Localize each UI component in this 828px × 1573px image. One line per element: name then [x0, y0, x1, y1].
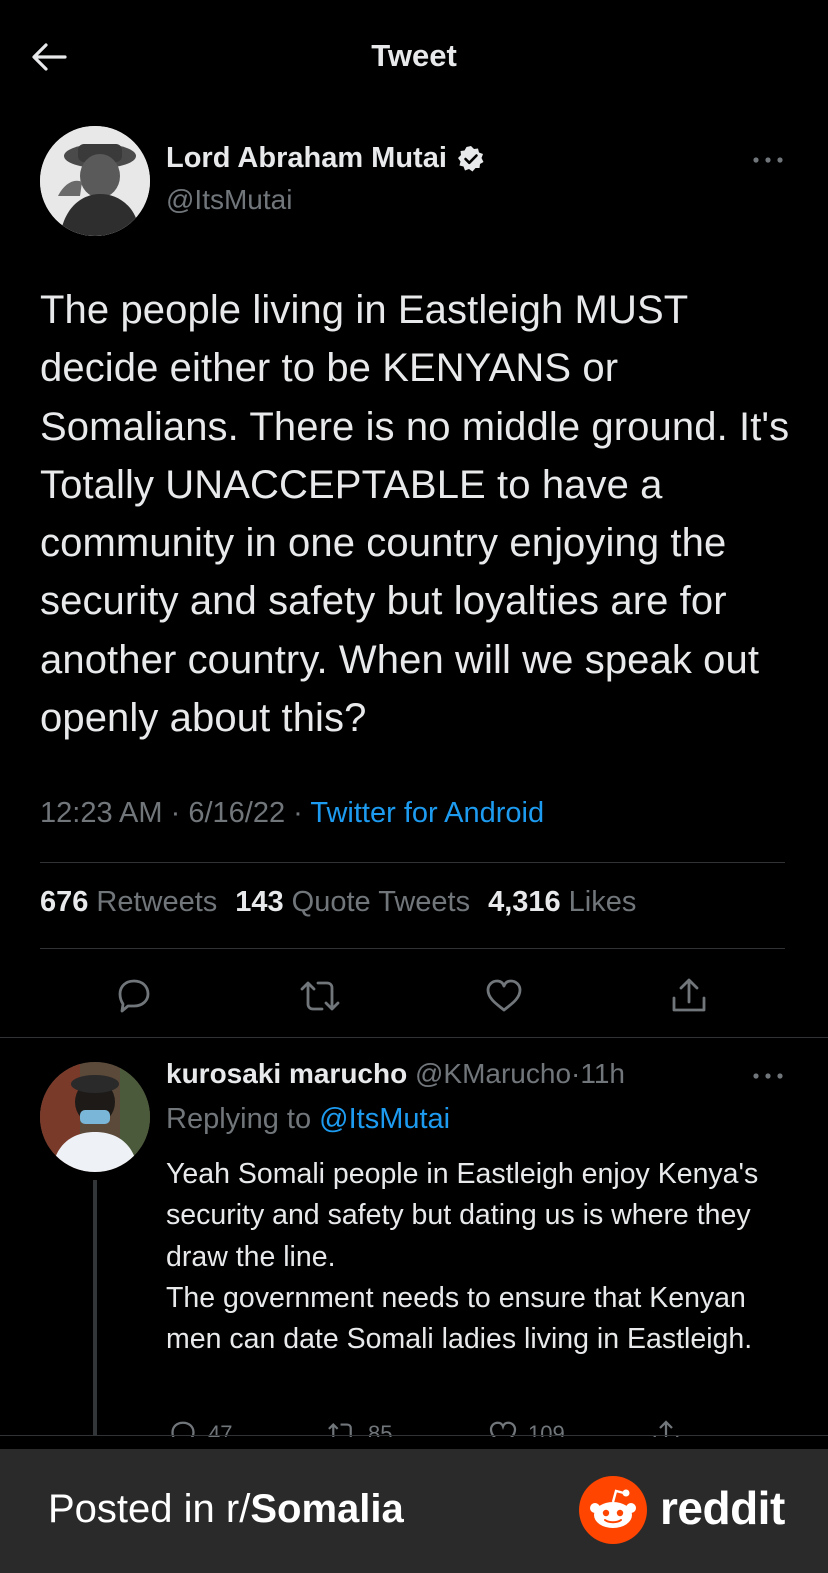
subreddit-name: Somalia [250, 1487, 404, 1531]
retweets-label: Retweets [96, 886, 218, 918]
reddit-wordmark: reddit [660, 1482, 785, 1534]
quotes-label: Quote Tweets [291, 886, 471, 918]
likes-stat[interactable]: 4,316 Likes [488, 886, 636, 919]
engagement-stats: 676 Retweets 143 Quote Tweets 4,316 Likes [40, 886, 636, 919]
quote-tweets-stat[interactable]: 143 Quote Tweets [235, 886, 470, 919]
likes-count: 4,316 [488, 886, 561, 918]
page-title: Tweet [371, 38, 457, 73]
reply-bubble-icon [118, 979, 150, 1013]
retweet-button[interactable] [292, 968, 348, 1024]
author-name: Lord Abraham Mutai [166, 142, 447, 174]
meta-separator: · [170, 797, 181, 829]
tweet-time: 12:23 AM [40, 797, 163, 829]
verified-badge-icon [457, 145, 484, 171]
reply-actions: 47 85 109 [0, 1417, 828, 1437]
author-avatar[interactable] [40, 126, 150, 236]
reply-header[interactable]: kurosaki marucho @KMarucho·11h [166, 1058, 625, 1090]
reply-more-options-button[interactable] [748, 1066, 788, 1086]
tweet-source-link[interactable]: Twitter for Android [310, 797, 544, 829]
heart-icon [486, 979, 522, 1012]
divider [40, 948, 785, 949]
meta-separator: · [293, 797, 303, 829]
author-handle[interactable]: @ItsMutai [166, 184, 292, 216]
thread-line [93, 1180, 97, 1435]
tweet-text: The people living in Eastleigh MUST deci… [40, 288, 790, 741]
reddit-snoo-icon [579, 1476, 647, 1544]
reply-author-avatar[interactable] [40, 1062, 150, 1172]
retweets-stat[interactable]: 676 Retweets [40, 886, 217, 919]
reply-author-handle: @KMarucho [414, 1058, 572, 1089]
divider [0, 1037, 828, 1038]
reply-text: Yeah Somali people in Eastleigh enjoy Ke… [166, 1158, 759, 1356]
meta-separator: · [571, 1058, 581, 1089]
tweet-meta: 12:23 AM · 6/16/22 · Twitter for Android [40, 797, 544, 830]
divider [40, 862, 785, 863]
posted-in-text: Posted in r/Somalia [48, 1487, 404, 1532]
replying-to: Replying to @ItsMutai [166, 1103, 450, 1136]
retweet-icon [300, 981, 340, 1011]
reddit-footer-banner: Posted in r/Somalia reddit [0, 1449, 828, 1573]
tweet-actions [0, 968, 828, 1024]
posted-in-label: Posted in r/ [48, 1487, 251, 1531]
divider [0, 1435, 828, 1436]
retweets-count: 676 [40, 886, 89, 918]
quotes-count: 143 [235, 886, 284, 918]
author-name-row[interactable]: Lord Abraham Mutai [166, 142, 485, 175]
replying-to-mention[interactable]: @ItsMutai [319, 1103, 450, 1135]
more-dots-icon [753, 1073, 783, 1079]
more-dots-icon [753, 157, 783, 163]
replying-to-label: Replying to [166, 1103, 312, 1135]
like-button[interactable] [476, 968, 532, 1024]
tweet-date: 6/16/22 [188, 797, 286, 829]
likes-label: Likes [568, 886, 637, 918]
share-button[interactable] [661, 968, 717, 1024]
reply-age: 11h [580, 1058, 625, 1089]
more-options-button[interactable] [748, 150, 788, 170]
reply-author-name: kurosaki marucho [166, 1058, 408, 1089]
tweet-screen: Tweet Lord Abraham Mutai @ItsMutai The p… [0, 0, 828, 1573]
top-bar: Tweet [0, 0, 828, 115]
share-icon [672, 978, 706, 1012]
reply-button[interactable] [106, 968, 162, 1024]
